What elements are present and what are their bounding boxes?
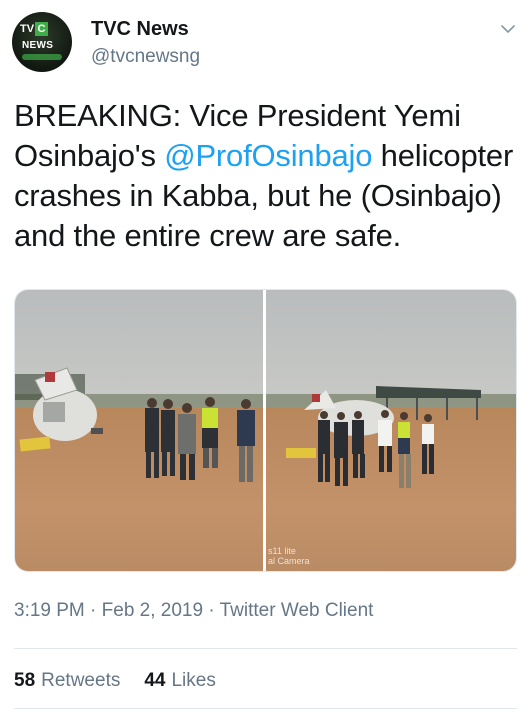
tweet-meta: 3:19 PM · Feb 2, 2019 · Twitter Web Clie… [14, 600, 373, 622]
crash-photo-1[interactable] [15, 290, 263, 571]
divider [14, 648, 517, 649]
logo-stripe [22, 54, 62, 60]
logo-c-text: C [35, 22, 48, 36]
retweets-label: Retweets [41, 670, 121, 691]
meta-separator: · [90, 600, 102, 621]
tweet-client[interactable]: Twitter Web Client [220, 600, 374, 621]
logo-news-text: NEWS [22, 40, 54, 51]
tweet-date[interactable]: Feb 2, 2019 [102, 600, 203, 621]
mention-link[interactable]: @ProfOsinbajo [164, 138, 372, 173]
divider [14, 708, 517, 709]
helicopter-wreck-and-people [286, 386, 481, 488]
likes-count: 44 [144, 670, 166, 691]
retweets-count: 58 [14, 670, 36, 691]
tweet-time[interactable]: 3:19 PM [14, 600, 85, 621]
helicopter-wreck-and-people [15, 367, 255, 482]
logo-tv-text: TV [20, 23, 35, 35]
meta-separator: · [208, 600, 220, 621]
retweets-stat[interactable]: 58 Retweets [14, 670, 120, 692]
likes-stat[interactable]: 44 Likes [144, 670, 216, 692]
account-handle[interactable]: @tvcnewsng [91, 46, 200, 68]
likes-label: Likes [171, 670, 216, 691]
tweet-text: BREAKING: Vice President Yemi Osinbajo's… [14, 96, 519, 256]
tvc-logo: TV C [20, 22, 48, 36]
photo-watermark: s11 lite al Camera [268, 546, 310, 566]
chevron-down-icon[interactable] [499, 20, 517, 38]
tweet-stats: 58 Retweets 44 Likes [14, 670, 216, 692]
account-name[interactable]: TVC News [91, 18, 189, 41]
media-grid: s11 lite al Camera [14, 289, 517, 572]
avatar[interactable]: TV C NEWS [12, 12, 72, 72]
tweet-header: TV C NEWS TVC News @tvcnewsng [12, 12, 519, 72]
crash-photo-2[interactable]: s11 lite al Camera [266, 290, 516, 571]
